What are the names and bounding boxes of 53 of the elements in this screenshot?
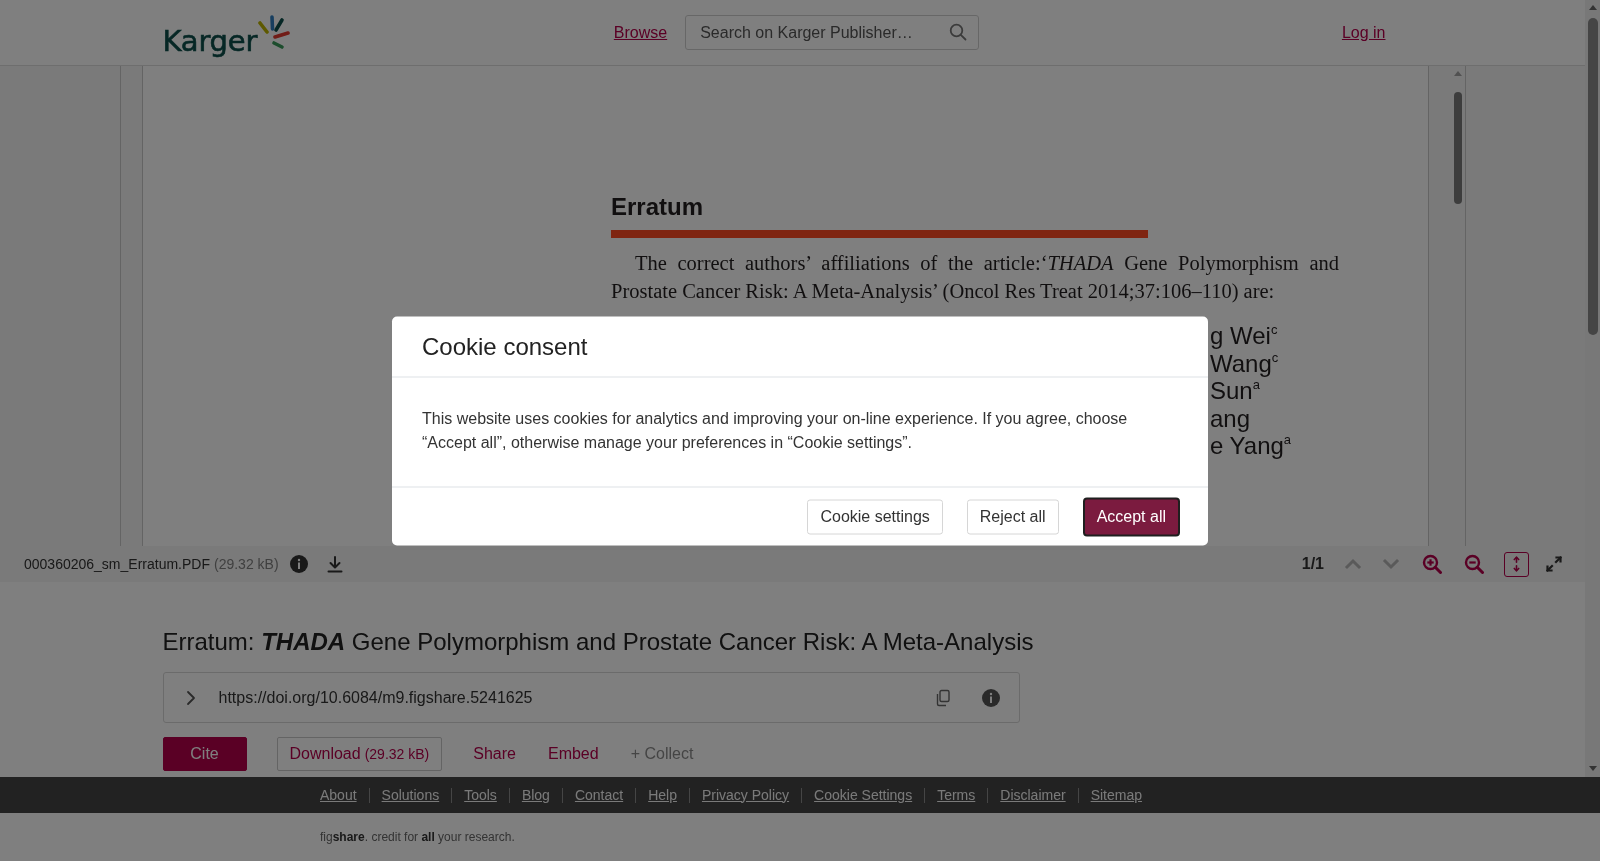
scroll-up-arrow-icon[interactable] xyxy=(1588,5,1597,10)
footer-link[interactable]: Disclaimer xyxy=(987,787,1078,803)
credit-text: figshare. credit for all your research. xyxy=(320,830,515,844)
browse-link[interactable]: Browse xyxy=(613,23,668,42)
footer-link[interactable]: Blog xyxy=(508,787,562,803)
author-name: g Wei$^{c}$ xyxy=(1210,322,1278,350)
author-name: e Yang$^{a}$ xyxy=(1210,432,1292,460)
info-icon[interactable] xyxy=(981,688,1000,707)
dialog-title: Cookie consent xyxy=(422,331,588,361)
document-heading: Erratum xyxy=(611,193,704,221)
accept-all-button[interactable]: Accept all xyxy=(1082,497,1180,536)
zoom-in-icon[interactable] xyxy=(1422,554,1442,574)
scroll-down-arrow-icon[interactable] xyxy=(1588,766,1597,771)
footer-link[interactable]: Help xyxy=(635,787,689,803)
chevron-right-icon[interactable] xyxy=(185,689,196,706)
author-name: Sun$^{a}$ xyxy=(1210,377,1260,405)
cite-button[interactable]: Cite xyxy=(162,737,247,771)
footer-link[interactable]: Terms xyxy=(924,787,988,803)
scrollbar-thumb[interactable] xyxy=(1453,92,1462,204)
author-name: ang xyxy=(1210,404,1251,432)
cookie-settings-button[interactable]: Cookie settings xyxy=(807,499,943,534)
scrollbar-thumb[interactable] xyxy=(1587,18,1598,335)
login-link[interactable]: Log in xyxy=(1341,23,1386,41)
footer-link[interactable]: Sitemap xyxy=(1077,787,1154,803)
logo-wordmark[interactable]: Karger xyxy=(162,24,258,58)
reject-all-button[interactable]: Reject all xyxy=(966,499,1059,534)
download-button[interactable]: Download (29.32 kB) xyxy=(276,737,443,771)
footer-link[interactable]: Cookie Settings xyxy=(801,787,925,803)
up-down-arrows-icon xyxy=(1512,556,1521,572)
footer-link[interactable]: About xyxy=(320,787,369,803)
scroll-up-arrow-icon[interactable] xyxy=(1453,71,1462,76)
fullscreen-icon[interactable] xyxy=(1545,555,1563,573)
search-field[interactable]: Search on Karger Publisher… xyxy=(685,15,980,50)
page-counter: 1/1 xyxy=(1301,555,1324,573)
search-icon[interactable] xyxy=(949,23,968,41)
file-size: (29.32 kB) xyxy=(214,556,279,572)
dialog-text: This website uses cookies for analytics and improving your on-line experience. If you agree, choose “Accept all”, otherwise manage your preferences in “Cookie settings”. xyxy=(422,408,1129,453)
embed-link[interactable]: Embed xyxy=(546,737,600,771)
doi-link[interactable]: https://doi.org/10.6084/m9.figshare.5241625 xyxy=(218,688,934,707)
info-icon[interactable] xyxy=(289,555,308,573)
zoom-out-icon[interactable] xyxy=(1464,554,1484,574)
footer-link[interactable]: Privacy Policy xyxy=(688,787,802,803)
footer-link[interactable]: Contact xyxy=(561,787,636,803)
footer-link[interactable]: Solutions xyxy=(368,787,452,803)
footer-link[interactable]: Tools xyxy=(451,787,509,803)
author-name: Wang$^{c}$ xyxy=(1210,349,1279,377)
share-link[interactable]: Share xyxy=(472,737,517,771)
fit-height-button[interactable] xyxy=(1504,551,1529,577)
download-icon[interactable] xyxy=(325,555,344,573)
collect-link[interactable]: + Collect xyxy=(629,737,695,771)
document-paragraph: The correct authors’ affiliations of the article:‘THADA Gene Polymorphism and Prostate Cancer Risk: A Meta-Analysis’ (Oncol Res Treat 2014;37:106–110) are: xyxy=(611,251,1339,305)
file-name: 000360206_sm_Erratum.PDF xyxy=(24,556,210,572)
item-title: Erratum: THADA Gene Polymorphism and Prostate Cancer Risk: A Meta-Analysis xyxy=(162,627,1034,657)
